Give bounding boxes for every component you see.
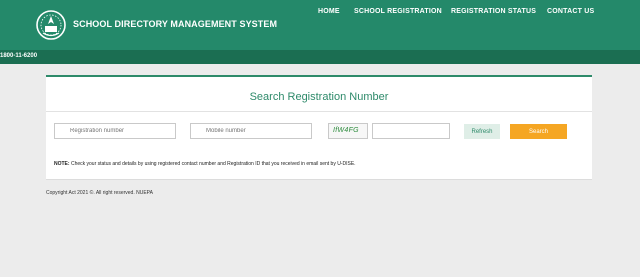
note-label: NOTE: xyxy=(54,161,70,167)
note-text: Check your status and details by using r… xyxy=(69,161,356,167)
divider xyxy=(46,111,592,112)
emblem-logo xyxy=(36,10,66,40)
search-panel: Search Registration Number IfW4FG Refres… xyxy=(46,75,592,180)
registration-number-input[interactable] xyxy=(54,123,176,139)
header: SCHOOL DIRECTORY MANAGEMENT SYSTEM HOME … xyxy=(0,0,640,50)
captcha-input[interactable] xyxy=(372,123,450,139)
nav-school-registration[interactable]: SCHOOL REGISTRATION xyxy=(354,8,442,15)
search-button[interactable]: Search xyxy=(510,124,567,139)
copyright-text: Copyright Act 2021 ©. All right reserved… xyxy=(46,190,153,196)
helpline-number: 1800-11-6200 xyxy=(0,53,38,59)
nav-home[interactable]: HOME xyxy=(318,8,340,15)
nav-registration-status[interactable]: REGISTRATION STATUS xyxy=(451,8,536,15)
helpline-bar xyxy=(0,50,640,64)
site-title: SCHOOL DIRECTORY MANAGEMENT SYSTEM xyxy=(73,19,278,29)
captcha-image: IfW4FG xyxy=(328,123,368,139)
mobile-number-input[interactable] xyxy=(190,123,312,139)
panel-title: Search Registration Number xyxy=(249,91,389,103)
nav-contact-us[interactable]: CONTACT US xyxy=(547,8,594,15)
refresh-button[interactable]: Refresh xyxy=(464,124,500,139)
note: NOTE: Check your status and details by u… xyxy=(54,161,356,167)
